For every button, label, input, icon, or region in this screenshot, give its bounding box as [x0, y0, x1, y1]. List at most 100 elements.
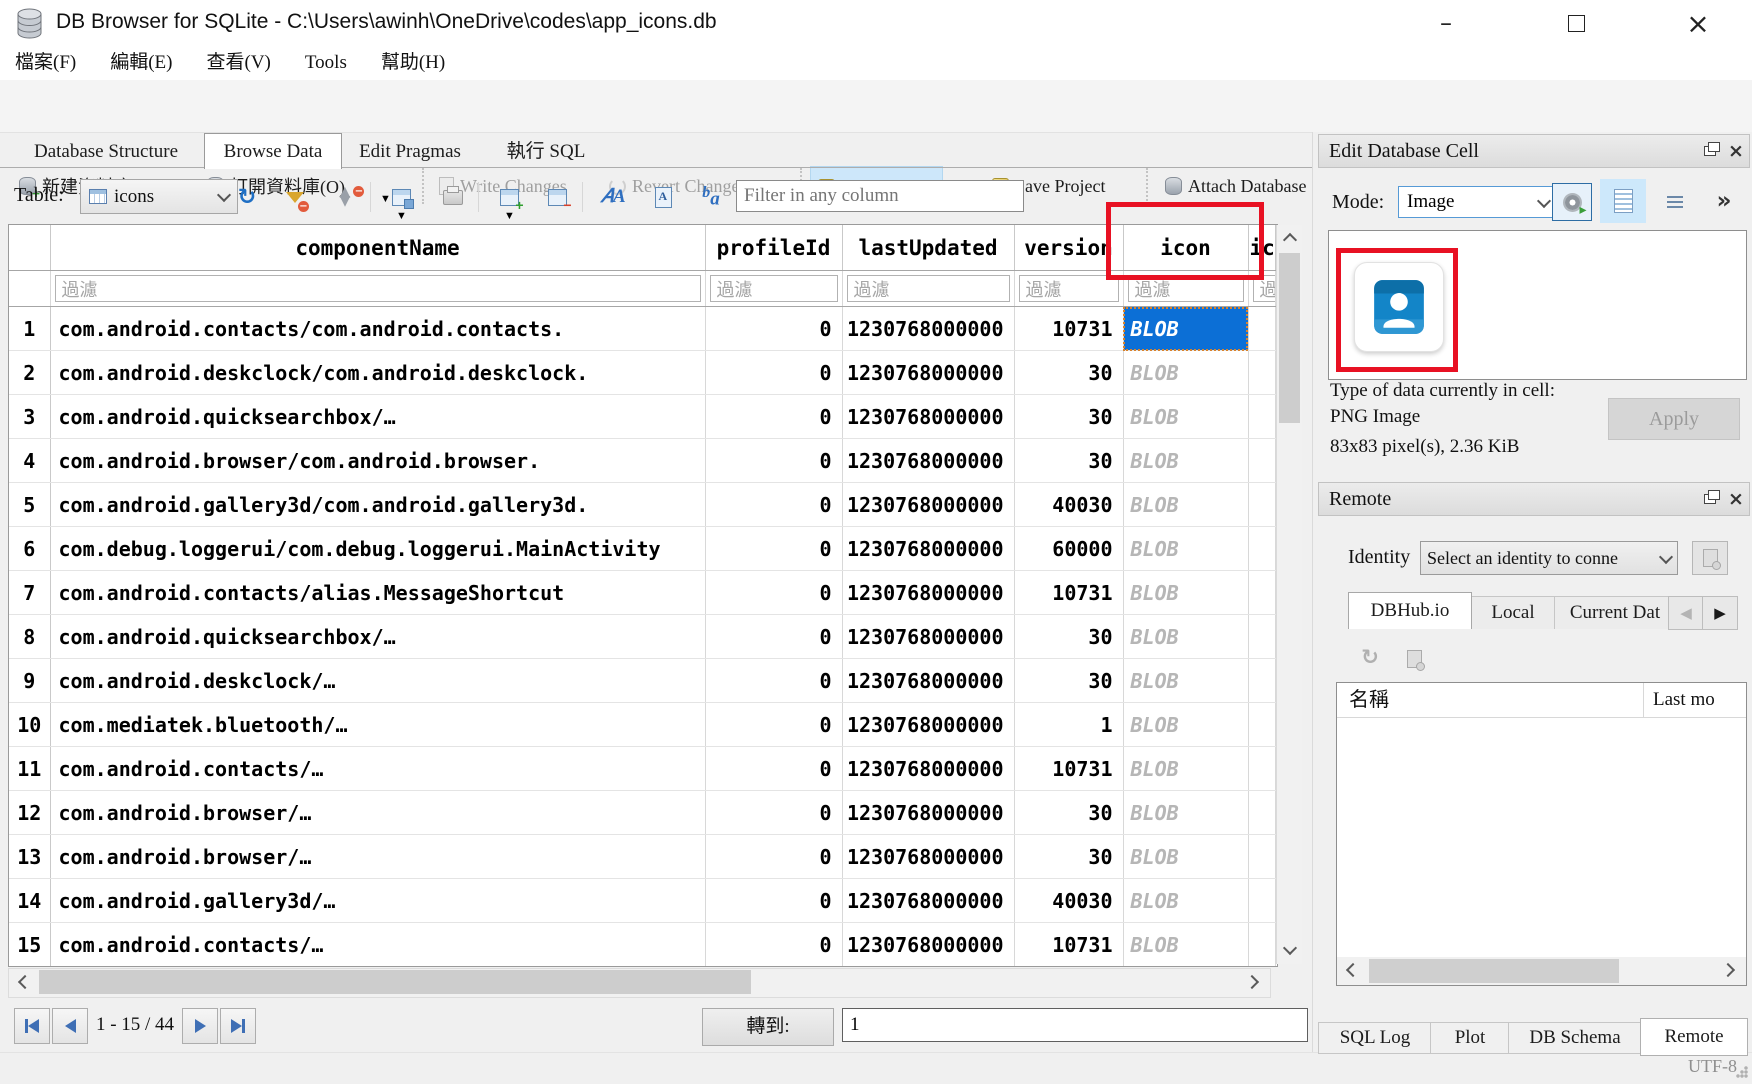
cell-icon-blob[interactable]: BLOB: [1123, 527, 1248, 571]
cell-lastUpdated[interactable]: 1230768000000: [842, 835, 1014, 879]
cell-componentName[interactable]: com.android.contacts/…: [50, 923, 705, 967]
cell-version[interactable]: 10731: [1014, 571, 1123, 615]
print-button[interactable]: [434, 180, 472, 214]
save-table-dropdown-arrow-icon[interactable]: ▼: [396, 211, 407, 222]
cell-profileId[interactable]: 0: [705, 571, 842, 615]
apply-button[interactable]: Apply: [1608, 398, 1740, 440]
cell-version[interactable]: 1: [1014, 703, 1123, 747]
cell-lastUpdated[interactable]: 1230768000000: [842, 527, 1014, 571]
menu-help[interactable]: 幫助(H): [366, 46, 460, 80]
scroll-down-button[interactable]: [1277, 937, 1302, 963]
refresh-button[interactable]: ↻: [228, 180, 266, 214]
cell-profileId[interactable]: 0: [705, 483, 842, 527]
cell-profileId[interactable]: 0: [705, 747, 842, 791]
table-row[interactable]: 7 com.android.contacts/alias.MessageShor…: [9, 571, 1275, 615]
remote-tab-local[interactable]: Local: [1470, 596, 1556, 629]
filter-input-lastUpdated[interactable]: 過濾: [847, 275, 1010, 302]
table-select[interactable]: icons: [80, 179, 238, 214]
table-row[interactable]: 6 com.debug.loggerui/com.debug.loggerui.…: [9, 527, 1275, 571]
column-header-version[interactable]: version: [1014, 225, 1123, 271]
remote-upload-button[interactable]: [1398, 646, 1430, 672]
cell-icon-blob[interactable]: BLOB: [1123, 703, 1248, 747]
goto-record-input[interactable]: [842, 1008, 1308, 1042]
remote-list-scrollbar[interactable]: [1337, 957, 1746, 985]
cell-profileId[interactable]: 0: [705, 439, 842, 483]
cell-icon-blob[interactable]: BLOB: [1123, 307, 1248, 351]
word-wrap-button[interactable]: [1656, 186, 1694, 218]
cell-profileId[interactable]: 0: [705, 527, 842, 571]
cell-icon-blob[interactable]: BLOB: [1123, 439, 1248, 483]
table-row[interactable]: 13 com.android.browser/… 0 1230768000000…: [9, 835, 1275, 879]
cell-icon-blob[interactable]: BLOB: [1123, 615, 1248, 659]
cell-componentName[interactable]: com.android.contacts/alias.MessageShortc…: [50, 571, 705, 615]
cell-componentName[interactable]: com.android.quicksearchbox/…: [50, 615, 705, 659]
vertical-scrollbar[interactable]: [1276, 225, 1302, 964]
goto-button[interactable]: 轉到:: [702, 1008, 834, 1046]
column-header-icon[interactable]: icon: [1123, 225, 1248, 271]
filter-componentName[interactable]: 過濾: [50, 271, 705, 307]
cell-lastUpdated[interactable]: 1230768000000: [842, 483, 1014, 527]
menu-tools[interactable]: Tools: [290, 46, 362, 80]
cell-version[interactable]: 30: [1014, 439, 1123, 483]
column-header-componentName[interactable]: componentName: [50, 225, 705, 271]
cell-icon-blob[interactable]: BLOB: [1123, 835, 1248, 879]
cell-componentName[interactable]: com.android.deskclock/com.android.deskcl…: [50, 351, 705, 395]
filter-profileId[interactable]: 過濾: [705, 271, 842, 307]
scroll-right-button[interactable]: [1716, 957, 1744, 983]
cell-lastUpdated[interactable]: 1230768000000: [842, 703, 1014, 747]
cell-componentName[interactable]: com.android.deskclock/…: [50, 659, 705, 703]
table-row[interactable]: 5 com.android.gallery3d/com.android.gall…: [9, 483, 1275, 527]
cell-icon-blob[interactable]: BLOB: [1123, 395, 1248, 439]
cell-componentName[interactable]: com.debug.loggerui/com.debug.loggerui.Ma…: [50, 527, 705, 571]
cell-componentName[interactable]: com.android.contacts/com.android.contact…: [50, 307, 705, 351]
next-page-button[interactable]: [182, 1008, 218, 1044]
insert-record-button[interactable]: [490, 180, 528, 214]
resize-grip[interactable]: [1736, 1066, 1748, 1078]
scroll-left-button[interactable]: [9, 969, 37, 995]
column-header-lastUpdated[interactable]: lastUpdated: [842, 225, 1014, 271]
cell-profileId[interactable]: 0: [705, 923, 842, 967]
cell-icon-blob[interactable]: BLOB: [1123, 879, 1248, 923]
remote-tab-dbhub[interactable]: DBHub.io: [1348, 592, 1472, 629]
find-in-cells-button[interactable]: [644, 180, 682, 214]
more-tools-button[interactable]: »: [1704, 184, 1744, 218]
table-row[interactable]: 10 com.mediatek.bluetooth/… 0 1230768000…: [9, 703, 1275, 747]
cell-icon-blob[interactable]: BLOB: [1123, 923, 1248, 967]
cell-profileId[interactable]: 0: [705, 615, 842, 659]
cell-lastUpdated[interactable]: 1230768000000: [842, 879, 1014, 923]
horizontal-scrollbar[interactable]: [8, 968, 1271, 998]
attach-database-button[interactable]: Attach Database: [1158, 166, 1313, 206]
cell-icon-blob[interactable]: BLOB: [1123, 351, 1248, 395]
cell-profileId[interactable]: 0: [705, 307, 842, 351]
cell-componentName[interactable]: com.android.contacts/…: [50, 747, 705, 791]
cell-version[interactable]: 10731: [1014, 307, 1123, 351]
tab-browse-data[interactable]: Browse Data: [204, 133, 342, 169]
close-dock-button[interactable]: ×: [1723, 487, 1749, 511]
float-dock-button[interactable]: [1697, 487, 1723, 511]
clear-filters-button[interactable]: [276, 180, 314, 214]
filter-icon[interactable]: 過濾: [1123, 271, 1248, 307]
cell-version[interactable]: 30: [1014, 351, 1123, 395]
cell-profileId[interactable]: 0: [705, 395, 842, 439]
cell-lastUpdated[interactable]: 1230768000000: [842, 659, 1014, 703]
bottom-tab-plot[interactable]: Plot: [1430, 1022, 1510, 1054]
cell-lastUpdated[interactable]: 1230768000000: [842, 307, 1014, 351]
cell-profileId[interactable]: 0: [705, 791, 842, 835]
scroll-thumb[interactable]: [1369, 959, 1619, 983]
cell-version[interactable]: 10731: [1014, 923, 1123, 967]
last-modified-column-header[interactable]: Last mo: [1653, 683, 1747, 717]
cell-lastUpdated[interactable]: 1230768000000: [842, 351, 1014, 395]
filter-partial[interactable]: 過濾: [1248, 271, 1275, 307]
save-table-button[interactable]: [382, 180, 420, 214]
table-row[interactable]: 12 com.android.browser/… 0 1230768000000…: [9, 791, 1275, 835]
cell-lastUpdated[interactable]: 1230768000000: [842, 791, 1014, 835]
cell-version[interactable]: 40030: [1014, 483, 1123, 527]
tab-database-structure[interactable]: Database Structure: [8, 137, 204, 167]
table-row[interactable]: 11 com.android.contacts/… 0 123076800000…: [9, 747, 1275, 791]
close-dock-button[interactable]: ×: [1723, 139, 1749, 163]
cell-icon-blob[interactable]: BLOB: [1123, 791, 1248, 835]
tab-scroll-right-button[interactable]: ▶: [1702, 596, 1738, 630]
scroll-left-button[interactable]: [1337, 957, 1365, 983]
filter-any-column-input[interactable]: [736, 180, 1024, 212]
filter-input-profileId[interactable]: 過濾: [710, 275, 838, 302]
